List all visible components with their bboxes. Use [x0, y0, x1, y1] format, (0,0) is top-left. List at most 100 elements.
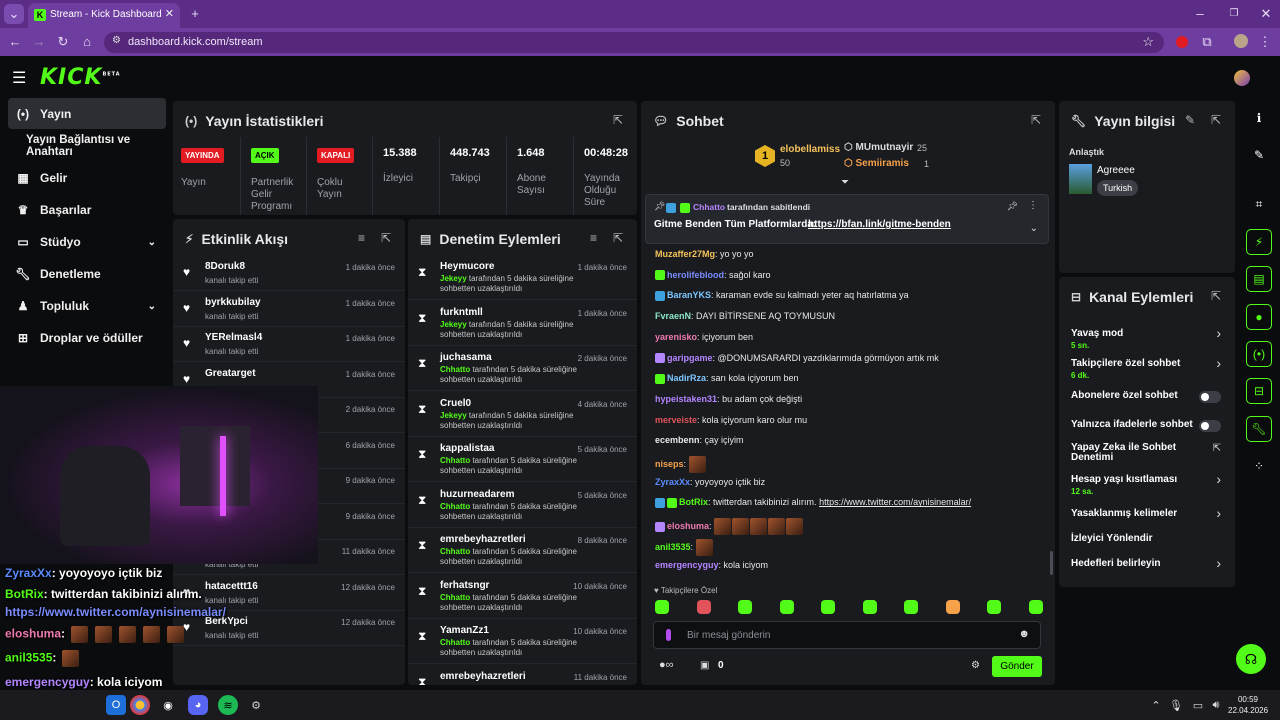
- back-icon[interactable]: ←: [6, 32, 24, 52]
- sidebar-item-basarilar[interactable]: ♛ Başarılar: [8, 195, 166, 225]
- emote-icon[interactable]: [779, 600, 794, 614]
- category-name[interactable]: Agreeee: [1097, 165, 1135, 176]
- activity-username[interactable]: byrkkubilay: [205, 297, 261, 308]
- monitor-icon[interactable]: ▭: [1188, 695, 1208, 715]
- spotify-icon[interactable]: ≋: [218, 695, 238, 715]
- channel-action-item[interactable]: Abonelere özel sohbet: [1059, 387, 1235, 413]
- chat-message[interactable]: hypeistaken31: bu adam çok değişti: [655, 394, 802, 404]
- chat-message[interactable]: NadirRza: sarı kola içiyorum ben: [655, 373, 799, 384]
- activity-username[interactable]: 8Doruk8: [205, 261, 245, 272]
- chat-input[interactable]: Bir mesaj gönderin ☻: [653, 621, 1041, 649]
- chevron-down-icon[interactable]: ⌄: [1030, 223, 1038, 234]
- volume-icon[interactable]: 🔊︎: [1206, 695, 1226, 715]
- chat-username[interactable]: emergencyguy: [655, 560, 719, 570]
- channel-action-item[interactable]: Yavaş mod 5 sn. ›: [1059, 325, 1235, 351]
- chat-message[interactable]: emergencyguy: kola iciyom: [655, 560, 768, 570]
- chat-message[interactable]: FvraenN: DAYI BİTİRSENE AQ TOYMUSUN: [655, 311, 835, 321]
- chevron-right-icon[interactable]: ›: [1216, 355, 1221, 371]
- filter-icon[interactable]: ≡: [590, 231, 597, 245]
- chat-message[interactable]: herolifeblood: sağol karo: [655, 270, 771, 281]
- forward-icon[interactable]: →: [30, 32, 48, 52]
- moderated-username[interactable]: kappalistaa: [440, 443, 494, 454]
- moderation-row[interactable]: ⧗ ferhatsngr Chhatto tarafından 5 dakika s…: [408, 574, 637, 619]
- chat-message[interactable]: merveiste: kola içiyorum karo olur mu: [655, 415, 807, 425]
- chat-link[interactable]: https://www.twitter.com/aynisinemalar/: [819, 497, 971, 507]
- chat-username[interactable]: niseps: [655, 459, 684, 469]
- chat-message[interactable]: Muzaffer27Mg: yo yo yo: [655, 249, 754, 259]
- chat-username[interactable]: NadirRza: [667, 373, 706, 383]
- microphone-icon[interactable]: 🎙︎: [1166, 695, 1186, 715]
- activity-username[interactable]: Greatarget: [205, 368, 256, 379]
- lightning-icon[interactable]: ⚡︎: [1246, 229, 1272, 255]
- steam-icon[interactable]: ◉: [158, 695, 178, 715]
- home-icon[interactable]: ⌂: [78, 32, 96, 52]
- moderated-username[interactable]: juchasama: [440, 352, 492, 363]
- moderation-row[interactable]: ⧗ furkntmll Jekeyy tarafından 5 dakika sür…: [408, 301, 637, 346]
- chat-username[interactable]: FvraenN: [655, 311, 691, 321]
- expand-leaderboard-icon[interactable]: ⏷: [841, 177, 849, 188]
- chat-username[interactable]: eloshuma: [667, 521, 709, 531]
- emote-icon[interactable]: [738, 600, 752, 614]
- channel-action-item[interactable]: İzleyici Yönlendir: [1059, 530, 1235, 556]
- popout-icon[interactable]: ⇱: [1031, 113, 1041, 127]
- extension-icon[interactable]: [1176, 36, 1188, 48]
- chrome-icon[interactable]: [130, 695, 150, 715]
- grid-icon[interactable]: ⁘: [1246, 453, 1272, 479]
- chat-username[interactable]: yarenisko: [655, 332, 697, 342]
- url-bar[interactable]: ⚙ dashboard.kick.com/stream ☆: [104, 32, 1164, 53]
- sidebar-item-droplar[interactable]: ⊞ Droplar ve ödüller: [8, 323, 166, 353]
- popout-icon[interactable]: ⇱: [613, 231, 623, 245]
- chat-username[interactable]: garipgame: [667, 353, 713, 363]
- moderated-username[interactable]: ferhatsngr: [440, 580, 489, 591]
- leader-name[interactable]: elobellamiss: [780, 144, 840, 155]
- emote-icon[interactable]: [696, 600, 711, 614]
- discord-icon[interactable]: ◕: [188, 695, 208, 715]
- toggle-switch[interactable]: [1199, 420, 1221, 432]
- minimize-icon[interactable]: –: [1190, 4, 1210, 24]
- chat-message[interactable]: anil3535:: [655, 538, 714, 556]
- chat-username[interactable]: BotRix: [679, 497, 708, 507]
- moderated-username[interactable]: Cruel0: [440, 398, 471, 409]
- sidebar-item-topluluk[interactable]: ♟ Topluluk ⌄: [8, 291, 166, 321]
- chevron-right-icon[interactable]: ›: [1216, 471, 1221, 487]
- new-tab-icon[interactable]: +: [186, 4, 204, 24]
- chat-settings-icon[interactable]: ⚙: [971, 660, 980, 671]
- chat-username[interactable]: ecembenn: [655, 435, 700, 445]
- emote-icon[interactable]: [862, 600, 877, 614]
- hamburger-menu-icon[interactable]: ☰: [12, 68, 26, 88]
- popout-icon[interactable]: ⇱: [381, 231, 391, 245]
- chat-bubble-icon[interactable]: ●: [1246, 304, 1272, 330]
- crop-icon[interactable]: ⌗: [1246, 191, 1272, 217]
- channel-action-item[interactable]: Yapay Zeka ile Sohbet Denetimi ⇱: [1059, 443, 1235, 469]
- moderation-row[interactable]: ⧗ huzurneadarem Chhatto tarafından 5 dakik…: [408, 483, 637, 528]
- sidebar-item-gelir[interactable]: ▦ Gelir: [8, 163, 166, 193]
- support-headset-icon[interactable]: ☊: [1236, 644, 1266, 674]
- chat-scrollbar[interactable]: [1050, 551, 1053, 575]
- tab-search-icon[interactable]: ⌄: [4, 4, 24, 24]
- chat-username[interactable]: herolifeblood: [667, 270, 724, 280]
- outlook-icon[interactable]: O: [106, 695, 126, 715]
- document-icon[interactable]: ▤: [1246, 266, 1272, 292]
- tray-chevron-icon[interactable]: ⌃: [1146, 695, 1166, 715]
- channel-action-item[interactable]: Yalnızca ifadelerle sohbet: [1059, 416, 1235, 442]
- info-icon[interactable]: ℹ: [1246, 105, 1272, 131]
- browser-tab[interactable]: K Stream - Kick Dashboard ✕: [28, 3, 180, 28]
- moderated-username[interactable]: furkntmll: [440, 307, 483, 318]
- activity-row[interactable]: ♥ YERelmasl4 kanalı takip etti 1 dakika önc…: [173, 326, 405, 362]
- chat-message[interactable]: garipgame: @DONUMSARARDI yazdıklarımıda …: [655, 353, 939, 364]
- stream-preview-video[interactable]: [0, 386, 318, 564]
- channel-action-item[interactable]: Hedefleri belirleyin ›: [1059, 555, 1235, 581]
- edit-icon[interactable]: ✎: [1185, 113, 1195, 127]
- activity-row[interactable]: ♥ byrkkubilay kanalı takip etti 1 dakika ön…: [173, 291, 405, 327]
- activity-row[interactable]: ♥ 8Doruk8 kanalı takip etti 1 dakika önce: [173, 255, 405, 291]
- maximize-icon[interactable]: ❐: [1224, 4, 1244, 24]
- chevron-right-icon[interactable]: ›: [1216, 505, 1221, 521]
- chat-username[interactable]: anil3535: [655, 542, 691, 552]
- close-window-icon[interactable]: ✕: [1256, 4, 1276, 24]
- close-tab-icon[interactable]: ✕: [165, 7, 174, 20]
- bookmark-star-icon[interactable]: ☆: [1142, 34, 1154, 50]
- extensions-puzzle-icon[interactable]: ⧉: [1198, 32, 1216, 52]
- channel-action-item[interactable]: Takipçilere özel sohbet 6 dk. ›: [1059, 355, 1235, 381]
- user-avatar[interactable]: [1234, 70, 1250, 86]
- chat-username[interactable]: Muzaffer27Mg: [655, 249, 715, 259]
